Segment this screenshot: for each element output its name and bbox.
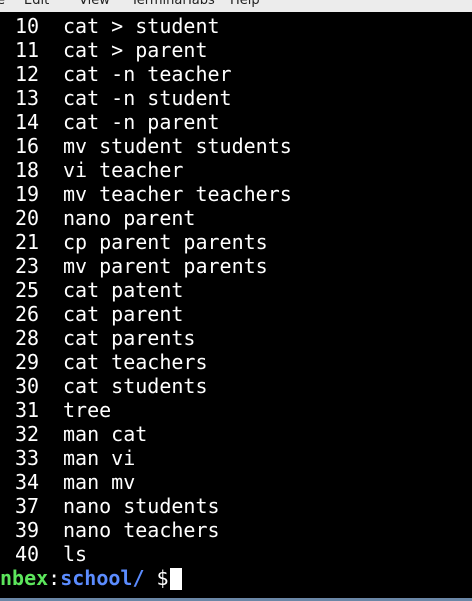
- history-number: 29: [15, 350, 40, 374]
- history-number: 10: [15, 14, 40, 38]
- history-number: 26: [15, 302, 40, 326]
- history-number: 28: [15, 326, 40, 350]
- menu-tabs[interactable]: Tabs: [186, 0, 215, 8]
- history-number: 30: [15, 374, 40, 398]
- history-command: nano students: [63, 494, 220, 518]
- menu-edit[interactable]: Edit: [24, 0, 49, 8]
- history-command: cat teachers: [63, 350, 208, 374]
- history-number: 20: [15, 206, 40, 230]
- history-number: 37: [15, 494, 40, 518]
- terminal-menubar: e Edit View Terminal Tabs Help: [0, 0, 472, 12]
- history-command: cat > student: [63, 14, 220, 38]
- history-number: 19: [15, 182, 40, 206]
- history-command: man vi: [63, 446, 136, 470]
- text-cursor[interactable]: [170, 568, 182, 590]
- history-number: 31: [15, 398, 40, 422]
- history-number: 33: [15, 446, 40, 470]
- history-command: cp parent parents: [63, 230, 268, 254]
- history-number: 34: [15, 470, 40, 494]
- history-number: 16: [15, 134, 40, 158]
- history-command: man mv: [63, 470, 136, 494]
- terminal-output[interactable]: 10 cat > student 11 cat > parent 12 cat -n …: [0, 12, 472, 598]
- history-command: cat patent: [63, 278, 184, 302]
- prompt-separator: :: [48, 566, 61, 590]
- menu-file[interactable]: e: [0, 0, 5, 8]
- history-number: 25: [15, 278, 40, 302]
- history-command: nano teachers: [63, 518, 220, 542]
- history-command: mv parent parents: [63, 254, 268, 278]
- prompt-host: nbex: [0, 566, 49, 590]
- history-command: cat -n student: [63, 86, 232, 110]
- history-number: 13: [15, 86, 40, 110]
- history-command: cat > parent: [63, 38, 208, 62]
- history-command: cat -n parent: [63, 110, 220, 134]
- history-command: man cat: [63, 422, 148, 446]
- history-command: cat parent: [63, 302, 184, 326]
- history-number: 40: [15, 542, 40, 566]
- history-command: cat -n teacher: [63, 62, 232, 86]
- history-number: 32: [15, 422, 40, 446]
- history-number: 12: [15, 62, 40, 86]
- history-number: 18: [15, 158, 40, 182]
- menu-view[interactable]: View: [79, 0, 110, 8]
- history-command: mv student students: [63, 134, 292, 158]
- history-command: ls: [63, 542, 88, 566]
- history-command: cat students: [63, 374, 208, 398]
- shell-prompt: nbex:school/ $: [0, 566, 181, 590]
- history-command: tree: [63, 398, 112, 422]
- history-number: 23: [15, 254, 40, 278]
- history-number: 21: [15, 230, 40, 254]
- menu-terminal[interactable]: Terminal: [131, 0, 186, 8]
- menu-help[interactable]: Help: [230, 0, 260, 8]
- history-command: nano parent: [63, 206, 196, 230]
- history-number: 14: [15, 110, 40, 134]
- history-number: 39: [15, 518, 40, 542]
- history-command: mv teacher teachers: [63, 182, 292, 206]
- history-command: vi teacher: [63, 158, 184, 182]
- prompt-path: school/: [60, 566, 145, 590]
- history-command: cat parents: [63, 326, 196, 350]
- history-number: 11: [15, 38, 40, 62]
